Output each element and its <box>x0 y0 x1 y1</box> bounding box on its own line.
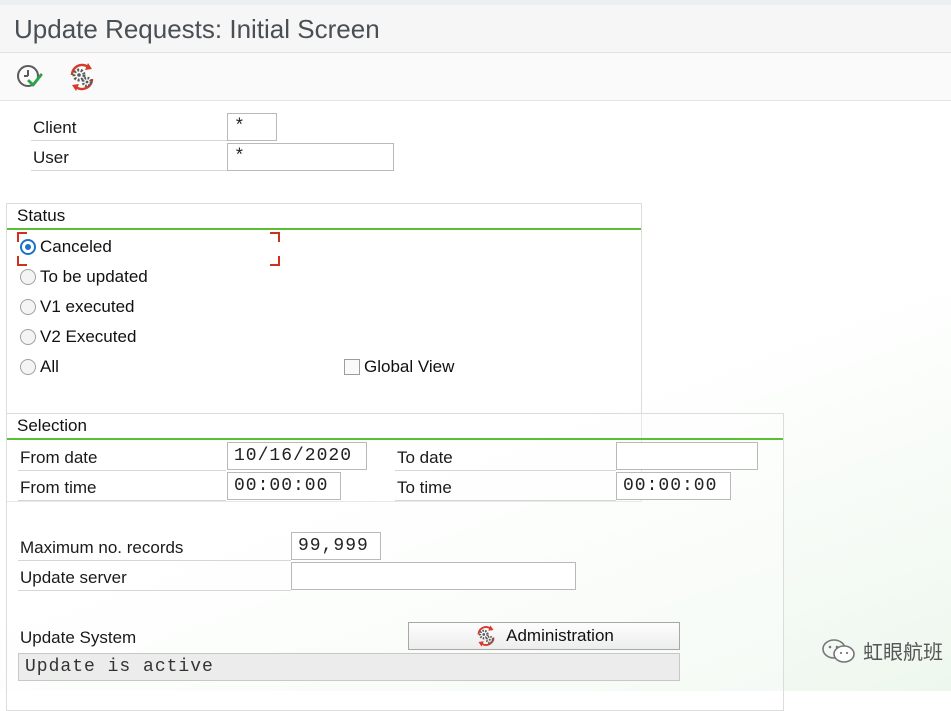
title-bar: Update Requests: Initial Screen <box>0 5 951 53</box>
application-toolbar <box>0 53 951 101</box>
from-date-field[interactable]: 10/16/2020 <box>227 442 367 470</box>
global-view-label: Global View <box>364 357 455 376</box>
user-label: User <box>31 145 227 171</box>
radio-label-v2-executed: V2 Executed <box>40 327 137 346</box>
focus-corner-bottom-right <box>270 256 280 266</box>
radio-label-v1-executed: V1 executed <box>40 297 135 316</box>
radio-button-selected[interactable] <box>20 239 36 255</box>
from-time-field[interactable]: 00:00:00 <box>227 472 341 500</box>
radio-label-to-be-updated: To be updated <box>40 267 148 286</box>
radio-button[interactable] <box>20 329 36 345</box>
execute-clock-check-icon <box>17 65 43 87</box>
main-content: Client * User * Status Selection From da… <box>0 101 951 711</box>
execute-button[interactable] <box>14 61 46 93</box>
focus-corner-top-right <box>270 232 280 242</box>
watermark-text: 虹眼航班 <box>863 642 943 664</box>
from-date-label: From date <box>18 445 226 471</box>
from-time-label: From time <box>18 475 226 501</box>
radio-label-all: All <box>40 357 59 376</box>
to-time-field[interactable]: 00:00:00 <box>616 472 731 500</box>
radio-button[interactable] <box>20 299 36 315</box>
radio-button[interactable] <box>20 269 36 285</box>
update-server-field[interactable] <box>291 562 576 590</box>
administration-toolbar-button[interactable] <box>66 61 98 93</box>
max-records-label: Maximum no. records <box>18 535 291 561</box>
administration-button-label: Administration <box>506 626 614 645</box>
max-records-field[interactable]: 99,999 <box>291 532 381 560</box>
update-system-label: Update System <box>20 628 137 647</box>
gears-refresh-icon <box>70 63 94 91</box>
status-group-title: Status <box>7 204 641 230</box>
watermark: 虹眼航班 <box>821 636 943 665</box>
radio-v1-executed[interactable]: V1 executed <box>20 295 135 319</box>
selection-group-title: Selection <box>7 414 783 440</box>
chat-bubbles-icon <box>822 638 855 663</box>
to-time-label: To time <box>395 475 616 501</box>
update-status-display: Update is active <box>18 653 680 681</box>
radio-v2-executed[interactable]: V2 Executed <box>20 325 136 349</box>
to-date-label: To date <box>395 445 616 471</box>
page-title: Update Requests: Initial Screen <box>14 14 380 44</box>
user-field[interactable]: * <box>227 143 394 171</box>
radio-label-canceled: Canceled <box>40 237 112 256</box>
update-server-label: Update server <box>18 565 291 591</box>
client-field[interactable]: * <box>227 113 277 141</box>
to-date-field[interactable] <box>616 442 758 470</box>
client-label: Client <box>31 115 227 141</box>
global-view-checkbox-row[interactable]: Global View <box>344 355 454 379</box>
radio-button[interactable] <box>20 359 36 375</box>
radio-to-be-updated[interactable]: To be updated <box>20 265 148 289</box>
gears-refresh-icon <box>477 625 495 647</box>
administration-button[interactable]: Administration <box>408 622 680 650</box>
global-view-checkbox[interactable] <box>344 359 360 375</box>
radio-canceled[interactable]: Canceled <box>20 235 112 259</box>
radio-all[interactable]: All <box>20 355 59 379</box>
